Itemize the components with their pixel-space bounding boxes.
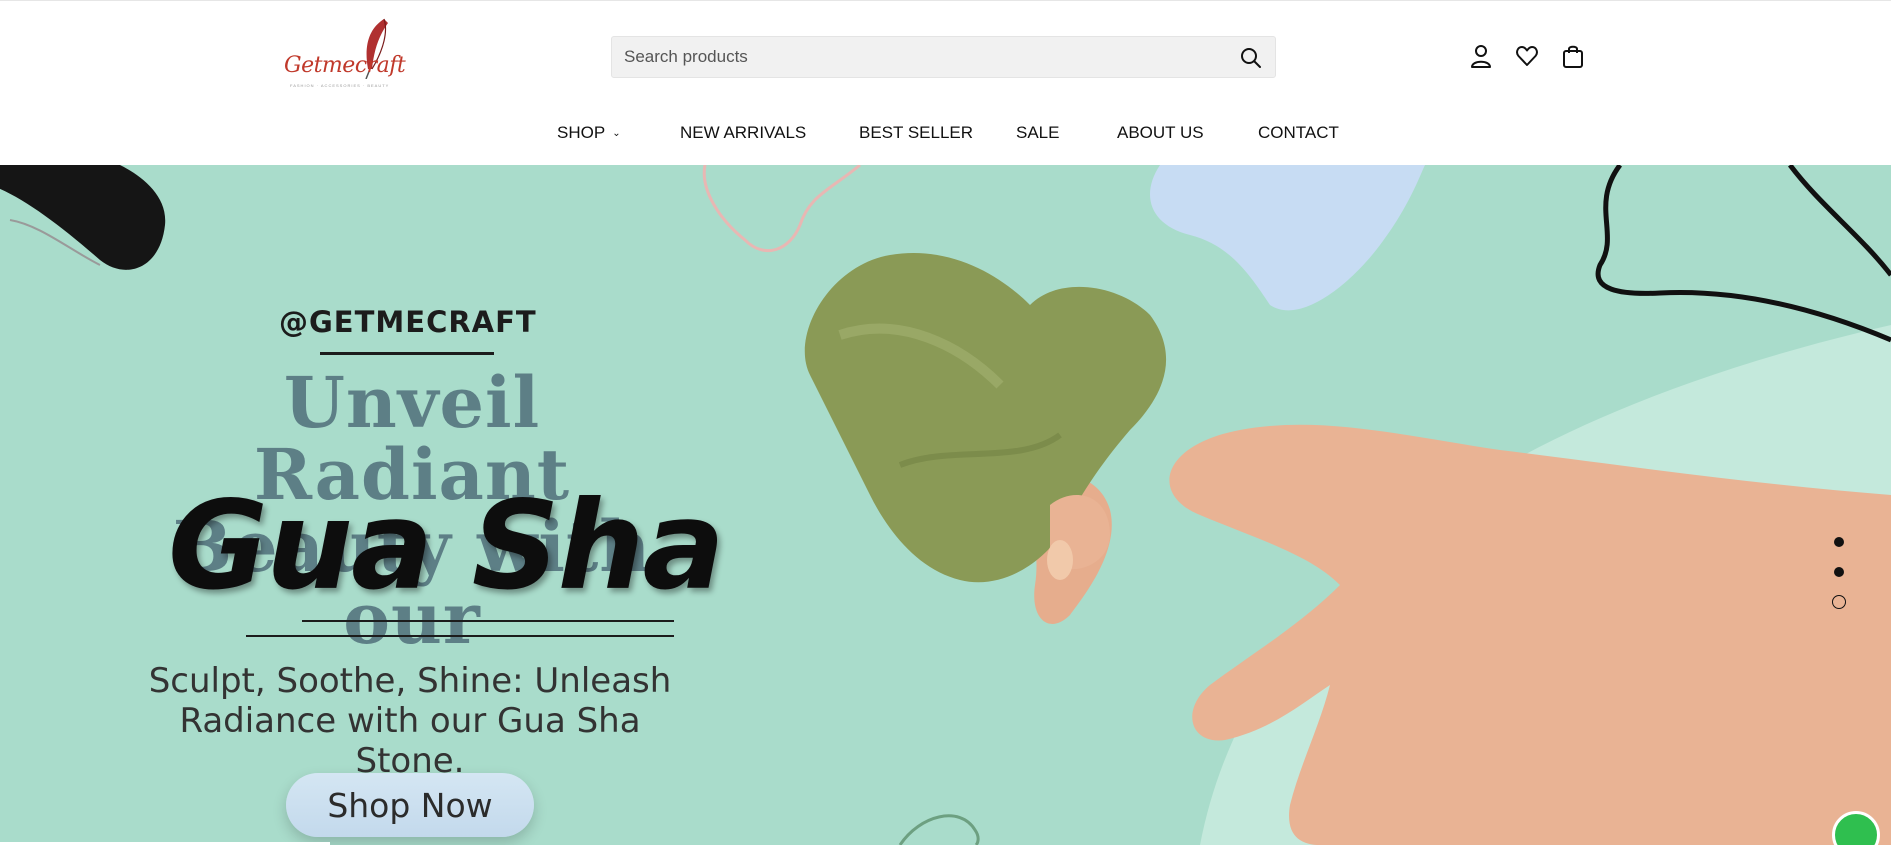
hero-handle: @GETMECRAFT bbox=[279, 305, 537, 339]
search-bar bbox=[611, 36, 1276, 78]
cart-bag-icon[interactable] bbox=[1561, 43, 1585, 69]
divider bbox=[302, 620, 674, 622]
logo-wordmark: Getmecraft bbox=[284, 53, 406, 78]
account-icon[interactable] bbox=[1469, 43, 1493, 69]
header-actions bbox=[1469, 43, 1585, 71]
slider-pagination bbox=[1830, 537, 1848, 617]
nav-item-about-us[interactable]: ABOUT US bbox=[1117, 123, 1204, 143]
slide-dot-2[interactable] bbox=[1834, 567, 1844, 577]
main-navigation: SHOP ⌄ NEW ARRIVALS BEST SELLER SALE ABOU… bbox=[0, 123, 1891, 153]
site-logo[interactable]: Getmecraft FASHION · ACCESSORIES · BEAUT… bbox=[280, 17, 406, 91]
shop-now-button[interactable]: Shop Now bbox=[286, 773, 534, 837]
nav-item-sale[interactable]: SALE bbox=[1016, 123, 1059, 143]
slide-dot-1[interactable] bbox=[1834, 537, 1844, 547]
divider bbox=[320, 352, 494, 355]
divider bbox=[246, 635, 674, 637]
wishlist-heart-icon[interactable] bbox=[1515, 43, 1539, 69]
hero-banner[interactable]: @GETMECRAFT Unveil Radiant Beauty with o… bbox=[0, 165, 1891, 845]
nav-item-best-seller[interactable]: BEST SELLER bbox=[859, 123, 973, 143]
search-icon[interactable] bbox=[1239, 46, 1263, 70]
search-input[interactable] bbox=[624, 37, 1204, 77]
nav-item-shop[interactable]: SHOP ⌄ bbox=[557, 123, 621, 143]
chevron-down-icon: ⌄ bbox=[612, 128, 621, 139]
hero-subtext: Sculpt, Soothe, Shine: Unleash Radiance … bbox=[148, 661, 672, 781]
nav-item-new-arrivals[interactable]: NEW ARRIVALS bbox=[680, 123, 806, 143]
hero-script-title: Gua Sha bbox=[168, 475, 725, 617]
slide-dot-3-active[interactable] bbox=[1832, 595, 1846, 609]
nav-label-shop: SHOP bbox=[557, 123, 606, 142]
nav-item-contact[interactable]: CONTACT bbox=[1258, 123, 1339, 143]
logo-tagline: FASHION · ACCESSORIES · BEAUTY bbox=[290, 83, 390, 88]
site-header: Getmecraft FASHION · ACCESSORIES · BEAUT… bbox=[0, 0, 1891, 165]
